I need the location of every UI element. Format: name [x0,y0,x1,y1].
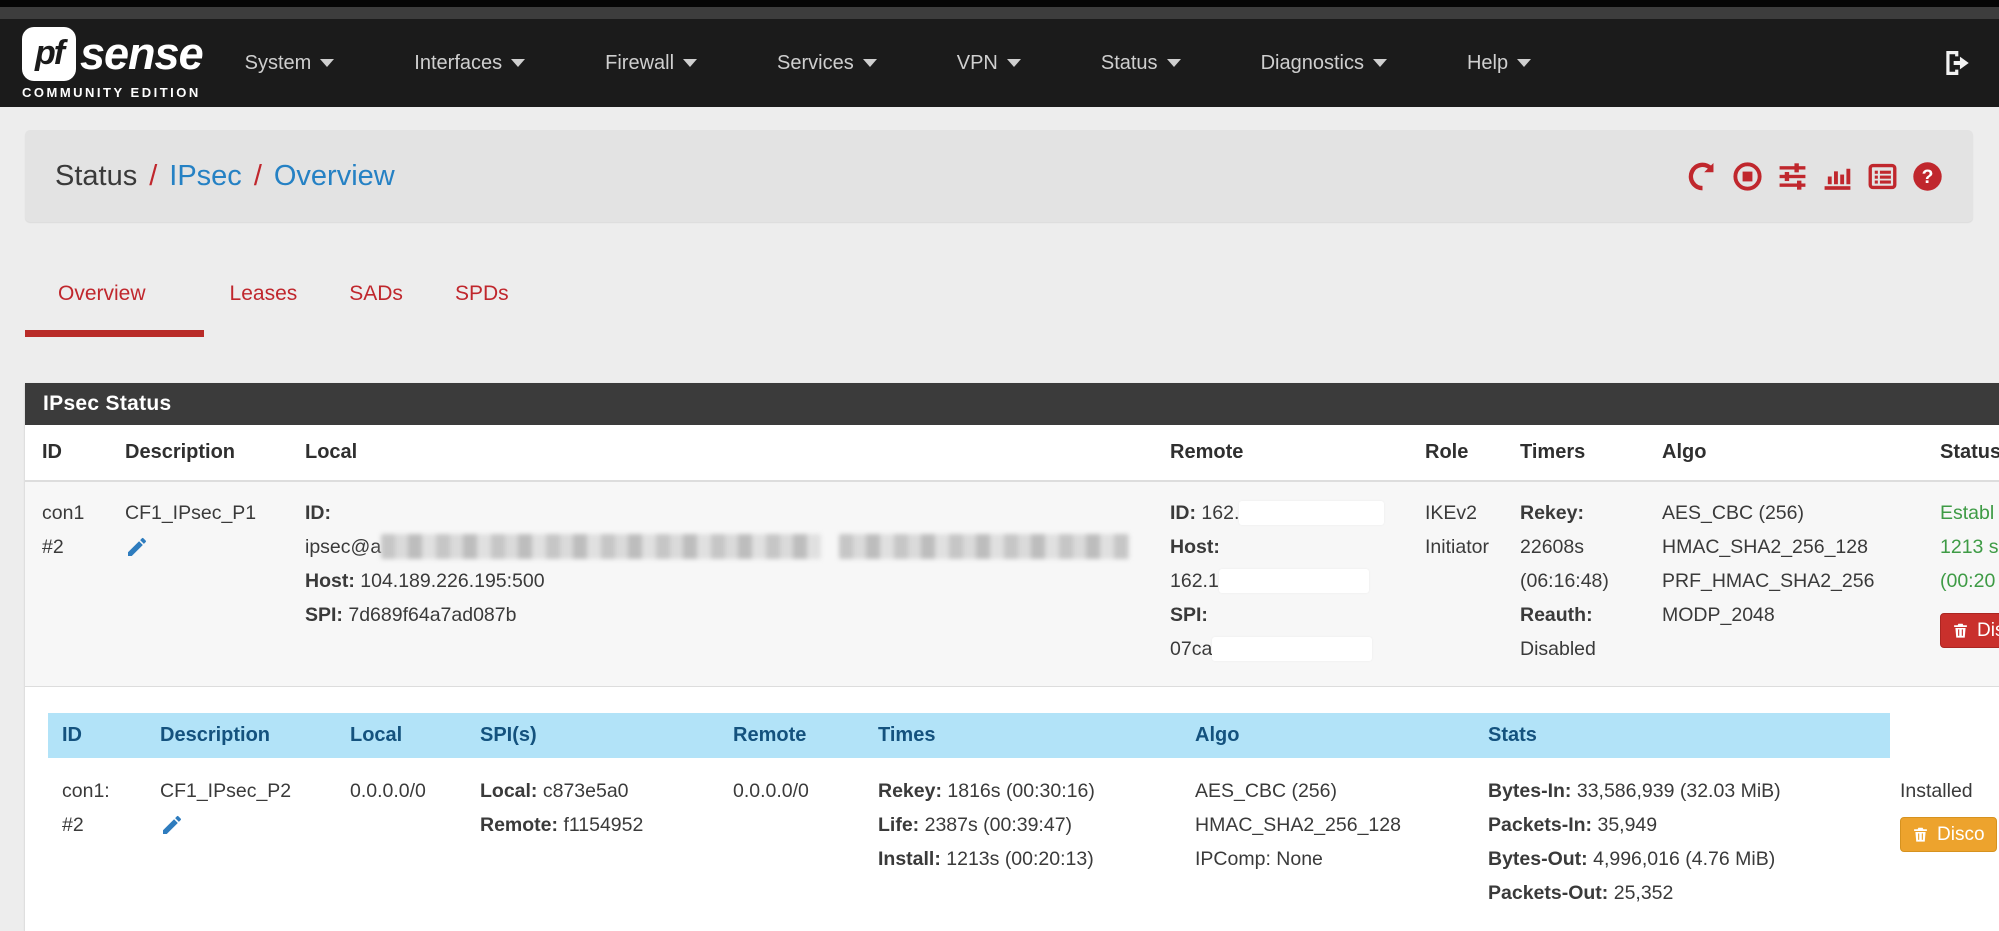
p1-cell-id: con1 #2 [25,482,115,687]
logo-pf-text: pf [35,34,63,73]
nav-item-system[interactable]: System [245,52,335,75]
logo-sense-text: sense [80,28,203,80]
p2-cell-description: CF1_IPsec_P2 [150,758,340,931]
p2-header-description: Description [150,713,340,758]
nav-item-firewall[interactable]: Firewall [605,52,697,75]
breadcrumb: Status / IPsec / Overview [55,160,395,193]
p1-header-description: Description [115,425,295,482]
ipsec-status-panel: IPsec Status ID Description Local Remote… [25,383,1999,931]
p1-header-timers: Timers [1510,425,1652,482]
nav-item-status[interactable]: Status [1101,52,1181,75]
breadcrumb-panel: Status / IPsec / Overview [25,130,1973,222]
breadcrumb-link-overview[interactable]: Overview [274,160,395,193]
trash-icon [1952,622,1969,639]
p2-status-text: Installed [1900,774,1999,808]
pfsense-logo[interactable]: pf sense COMMUNITY EDITION [22,27,203,100]
p2-header-local: Local [340,713,470,758]
p1-description: CF1_IPsec_P1 [125,496,285,530]
nav-item-services[interactable]: Services [777,52,877,75]
logo-edition-text: COMMUNITY EDITION [22,85,203,100]
tab-sads[interactable]: SADs [323,282,429,337]
nav-item-help[interactable]: Help [1467,52,1531,75]
p2-header-id: ID [48,713,150,758]
chevron-down-icon [683,59,697,67]
nav-menu: System Interfaces Firewall Services VPN … [245,52,1531,75]
breadcrumb-toolbar: ? [1687,161,1943,192]
ipsec-tab-bar: Overview Leases SADs SPDs [25,282,1973,337]
chevron-down-icon [1167,59,1181,67]
p2-header-stats: Stats [1478,713,1890,758]
p2-header-algo: Algo [1185,713,1478,758]
p2-header-times: Times [868,713,1185,758]
redacted-white-block [1239,501,1384,525]
p2-cell-local: 0.0.0.0/0 [340,758,470,931]
redacted-blur-block [839,534,1129,559]
top-navbar: pf sense COMMUNITY EDITION System Interf… [0,19,1999,107]
p2-table: ID Description Local SPI(s) Remote Times… [48,713,1999,931]
top-gray-strip [0,7,1999,19]
redacted-white-block [1219,569,1369,593]
p1-cell-local: ID: ipsec@a Host: 104.189.226.195:500 SP… [295,482,1160,687]
stop-icon[interactable] [1732,161,1763,192]
edit-pencil-icon[interactable] [160,813,184,843]
nav-item-diagnostics[interactable]: Diagnostics [1261,52,1387,75]
p2-description: CF1_IPsec_P2 [160,774,330,808]
redacted-white-block [1212,637,1372,661]
p1-cell-remote: ID: 162. Host: 162.1 SPI: 07ca [1160,482,1415,687]
p2-cell-remote: 0.0.0.0/0 [723,758,868,931]
edit-pencil-icon[interactable] [125,535,149,565]
disconnect-button[interactable]: Dis [1940,613,1999,648]
p2-cell-times: Rekey: 1816s (00:30:16) Life: 2387s (00:… [868,758,1185,931]
p1-header-status: Status [1930,425,1999,482]
p2-cell-stats: Bytes-In: 33,586,939 (32.03 MiB) Packets… [1478,758,1890,931]
redacted-blur-block [381,534,821,559]
p1-cell-algo: AES_CBC (256) HMAC_SHA2_256_128 PRF_HMAC… [1652,482,1930,687]
p2-cell-id: con1: #2 [48,758,150,931]
p1-cell-timers: Rekey: 22608s (06:16:48) Reauth: Disable… [1510,482,1652,687]
p2-header-spis: SPI(s) [470,713,723,758]
tab-leases[interactable]: Leases [204,282,324,337]
top-black-strip [0,0,1999,7]
breadcrumb-root: Status [55,160,137,193]
chevron-down-icon [1517,59,1531,67]
breadcrumb-separator: / [254,160,262,193]
chevron-down-icon [511,59,525,67]
p1-header-local: Local [295,425,1160,482]
p2-header-actions [1890,713,1999,758]
p1-header-algo: Algo [1652,425,1930,482]
p1-header-remote: Remote [1160,425,1415,482]
p2-cell-status: Installed Disco [1890,758,1999,931]
chevron-down-icon [863,59,877,67]
p2-header-remote: Remote [723,713,868,758]
trash-icon [1912,826,1929,843]
sign-out-icon[interactable] [1941,47,1973,79]
nav-item-interfaces[interactable]: Interfaces [414,52,525,75]
help-glyph: ? [1922,166,1934,188]
p1-header-role: Role [1415,425,1510,482]
p2-cell-algo: AES_CBC (256) HMAC_SHA2_256_128 IPComp: … [1185,758,1478,931]
nav-item-vpn[interactable]: VPN [957,52,1021,75]
panel-title: IPsec Status [25,383,1999,425]
p2-cell-spis: Local: c873e5a0 Remote: f1154952 [470,758,723,931]
sliders-icon[interactable] [1777,161,1808,192]
p1-table: ID Description Local Remote Role Timers … [25,425,1999,687]
chevron-down-icon [1373,59,1387,67]
refresh-icon[interactable] [1687,161,1718,192]
p1-cell-status: Establ 1213 s (00:20 Dis [1930,482,1999,687]
p1-cell-role: IKEv2 Initiator [1415,482,1510,687]
help-icon[interactable]: ? [1912,161,1943,192]
tab-overview[interactable]: Overview [25,282,204,337]
breadcrumb-link-ipsec[interactable]: IPsec [169,160,242,193]
p1-header-id: ID [25,425,115,482]
bar-chart-icon[interactable] [1822,161,1853,192]
breadcrumb-separator: / [149,160,157,193]
disconnect-button[interactable]: Disco [1900,817,1997,852]
logo-box-icon: pf [22,27,76,81]
p1-cell-description: CF1_IPsec_P1 [115,482,295,687]
tab-spds[interactable]: SPDs [429,282,535,337]
chevron-down-icon [1007,59,1021,67]
chevron-down-icon [320,59,334,67]
list-icon[interactable] [1867,161,1898,192]
